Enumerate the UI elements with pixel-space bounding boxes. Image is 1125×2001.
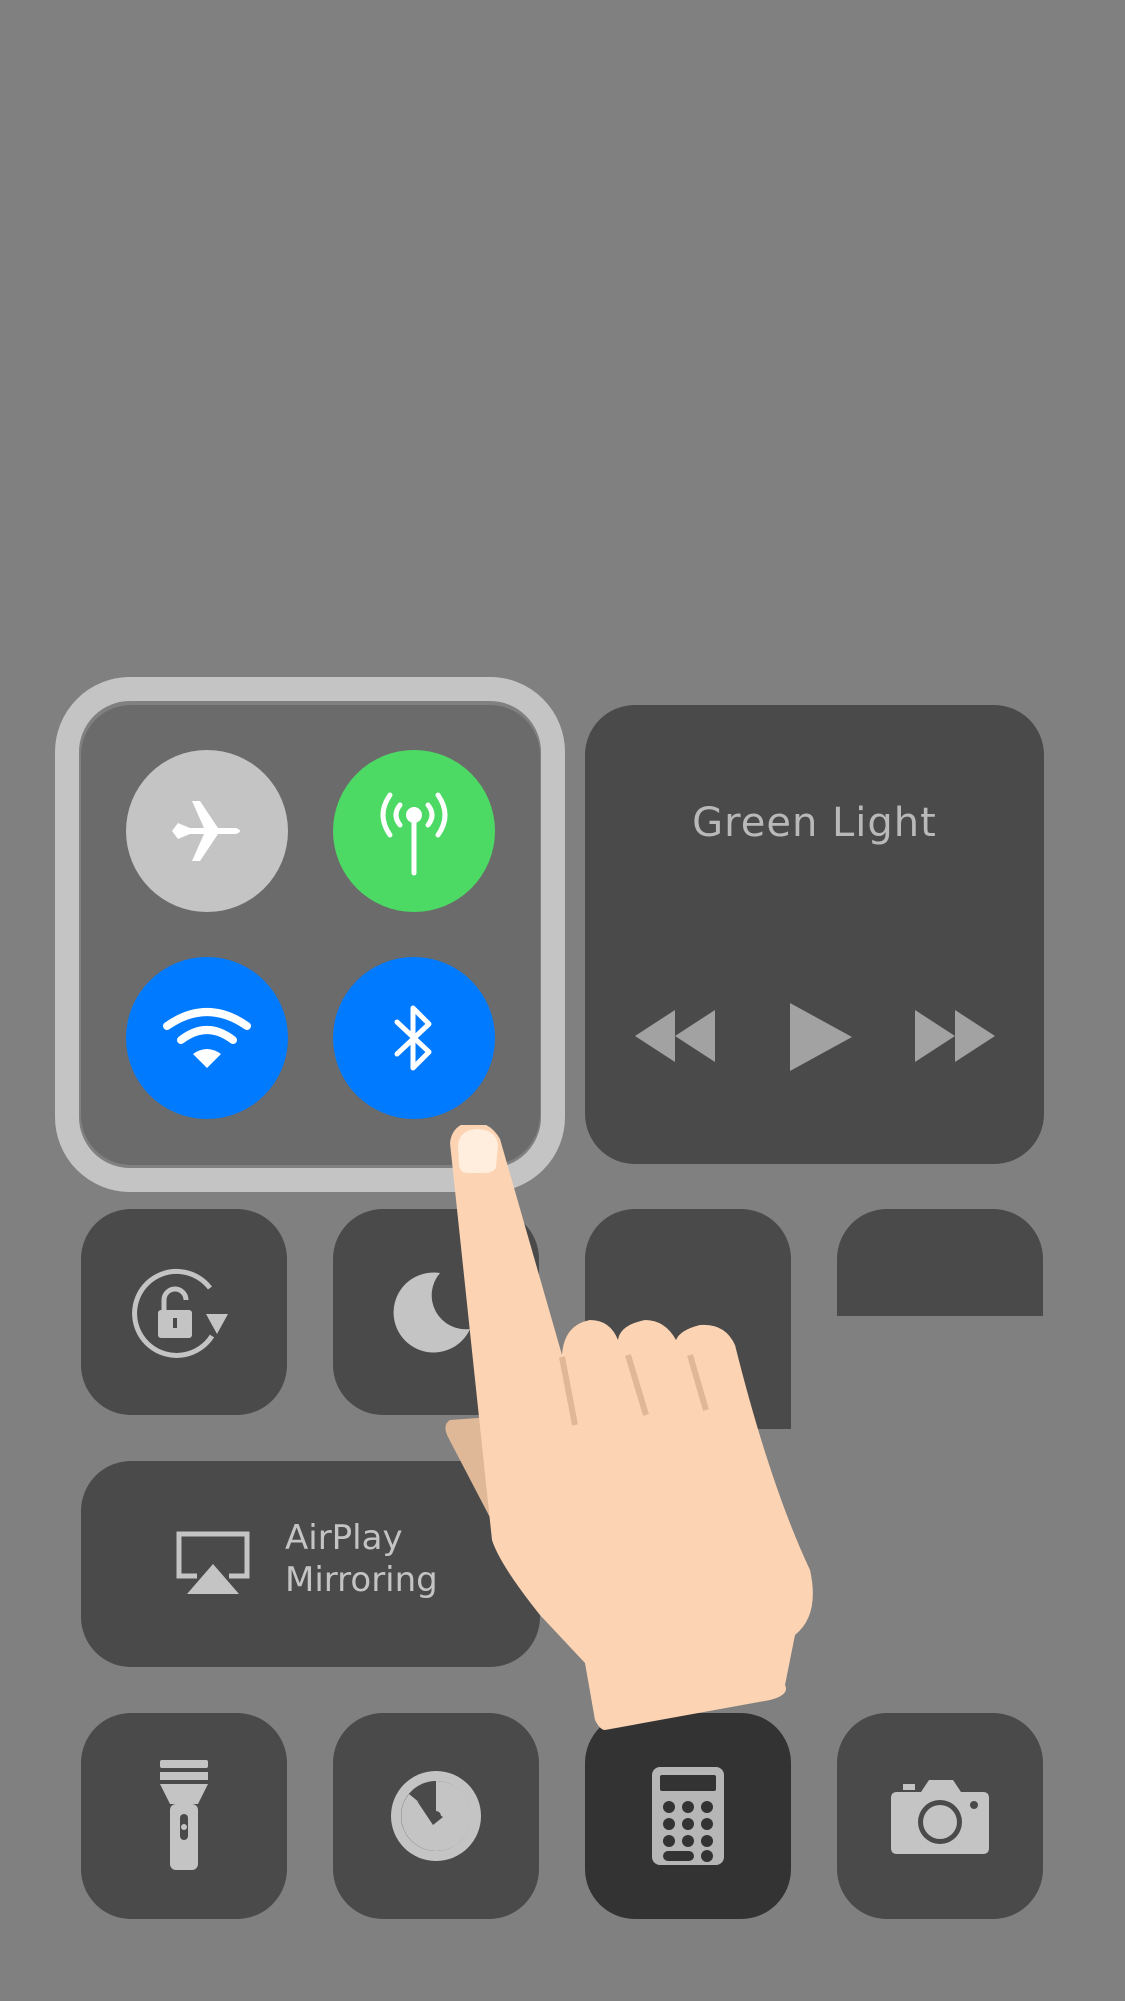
pointing-hand-icon: [440, 1125, 820, 1730]
calculator-icon: [652, 1767, 724, 1865]
wifi-icon: [161, 1006, 253, 1070]
play-button[interactable]: [790, 1003, 852, 1071]
timer-button[interactable]: [333, 1713, 539, 1919]
flashlight-icon: [160, 1760, 208, 1872]
bluetooth-icon: [389, 1002, 439, 1074]
orientation-lock-button[interactable]: [81, 1209, 287, 1415]
fast-forward-icon: [915, 1010, 995, 1062]
wifi-button[interactable]: [126, 957, 288, 1119]
fast-forward-button[interactable]: [915, 1010, 995, 1062]
rewind-icon: [635, 1010, 715, 1062]
blank-control-tile-partial[interactable]: [837, 1209, 1043, 1316]
timer-icon: [387, 1767, 485, 1865]
play-icon: [790, 1003, 852, 1071]
calculator-button[interactable]: [585, 1713, 791, 1919]
song-title: Green Light: [692, 800, 937, 846]
camera-icon: [891, 1778, 989, 1854]
airplay-icon: [175, 1530, 251, 1596]
antenna-icon: [372, 783, 456, 879]
flashlight-button[interactable]: [81, 1713, 287, 1919]
rewind-button[interactable]: [635, 1010, 715, 1062]
airplane-icon: [170, 801, 244, 861]
airplane-mode-button[interactable]: [126, 750, 288, 912]
bluetooth-button[interactable]: [333, 957, 495, 1119]
camera-button[interactable]: [837, 1713, 1043, 1919]
airplay-label-line1: AirPlay: [285, 1518, 403, 1558]
airplay-label: AirPlay Mirroring: [285, 1517, 438, 1601]
now-playing-panel[interactable]: [585, 705, 1044, 1164]
rotation-lock-icon: [132, 1266, 236, 1358]
cellular-data-button[interactable]: [333, 750, 495, 912]
airplay-label-line2: Mirroring: [285, 1560, 438, 1600]
